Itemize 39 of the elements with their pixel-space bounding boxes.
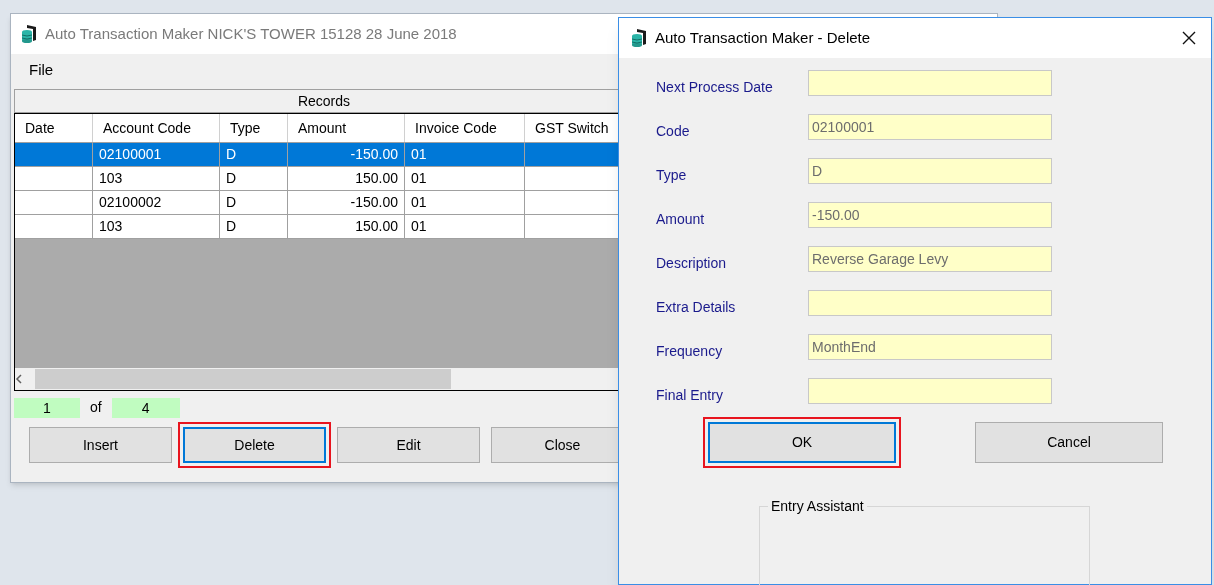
table-cell: 150.00 — [288, 215, 405, 239]
field-label: Next Process Date — [656, 77, 774, 97]
page-total-field[interactable]: 4 — [111, 397, 180, 418]
input-field[interactable]: Reverse Garage Levy — [808, 246, 1052, 272]
input-field[interactable] — [808, 290, 1052, 316]
input-field[interactable]: MonthEnd — [808, 334, 1052, 360]
button[interactable]: Insert — [29, 427, 172, 463]
field-label: Frequency — [656, 341, 724, 361]
field-label: Extra Details — [656, 297, 737, 317]
app-icon — [21, 24, 37, 44]
table-cell: 103 — [93, 215, 220, 239]
table-cell: D — [220, 215, 288, 239]
window-title: Auto Transaction Maker NICK'S TOWER 15128 28 June 2018 — [45, 23, 457, 44]
column-header[interactable]: Account Code — [93, 114, 220, 142]
input-field[interactable] — [808, 378, 1052, 404]
button[interactable]: Cancel — [975, 422, 1163, 463]
input-field[interactable]: D — [808, 158, 1052, 184]
button[interactable]: Delete — [183, 427, 326, 463]
field-label: Code — [656, 121, 691, 141]
button[interactable]: Edit — [337, 427, 480, 463]
dialog-title: Auto Transaction Maker - Delete — [655, 27, 872, 48]
scrollbar-thumb[interactable] — [35, 369, 451, 389]
column-header[interactable]: Amount — [288, 114, 405, 142]
input-field[interactable]: -150.00 — [808, 202, 1052, 228]
field-label: Final Entry — [656, 385, 724, 405]
column-header[interactable]: Type — [220, 114, 288, 142]
table-cell: 01 — [405, 215, 525, 239]
menu-item[interactable]: File — [29, 58, 54, 82]
input-field[interactable] — [808, 70, 1052, 96]
input-field[interactable]: 02100001 — [808, 114, 1052, 140]
group-title: Entry Assistant — [768, 497, 867, 515]
field-label: Description — [656, 253, 728, 273]
button[interactable]: OK — [708, 422, 896, 463]
page-number-field[interactable]: 1 — [14, 397, 80, 418]
field-label: Type — [656, 165, 688, 185]
of-label: of — [90, 398, 102, 417]
column-header[interactable]: Invoice Code — [405, 114, 525, 142]
app-icon — [631, 28, 647, 48]
column-header[interactable]: Date — [15, 114, 93, 142]
